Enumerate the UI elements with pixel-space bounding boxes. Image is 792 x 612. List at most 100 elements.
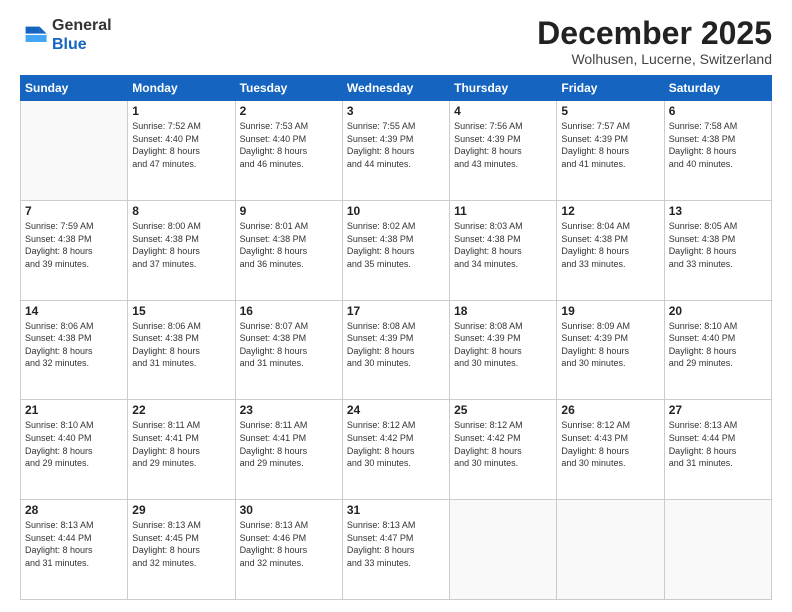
- day-info: Sunrise: 8:06 AMSunset: 4:38 PMDaylight:…: [25, 320, 123, 370]
- day-number: 14: [25, 304, 123, 318]
- day-number: 9: [240, 204, 338, 218]
- day-info: Sunrise: 8:06 AMSunset: 4:38 PMDaylight:…: [132, 320, 230, 370]
- table-row: 5Sunrise: 7:57 AMSunset: 4:39 PMDaylight…: [557, 101, 664, 201]
- day-info: Sunrise: 8:13 AMSunset: 4:45 PMDaylight:…: [132, 519, 230, 569]
- table-row: 9 Sunrise: 8:01 AMSunset: 4:38 PMDaylight…: [235, 200, 342, 300]
- calendar-week-row: 28Sunrise: 8:13 AMSunset: 4:44 PMDayligh…: [21, 500, 772, 600]
- location-subtitle: Wolhusen, Lucerne, Switzerland: [537, 51, 772, 67]
- table-row: 31 Sunrise: 8:13 AMSunset: 4:47 PMDayligh…: [342, 500, 449, 600]
- table-row: [664, 500, 771, 600]
- col-tuesday: Tuesday: [235, 76, 342, 101]
- table-row: 12 Sunrise: 8:04 AMSunset: 4:38 PMDayligh…: [557, 200, 664, 300]
- day-number: 6: [669, 104, 767, 118]
- day-info: Sunrise: 7:56 AMSunset: 4:39 PMDaylight:…: [454, 120, 552, 170]
- calendar-week-row: 7 Sunrise: 7:59 AMSunset: 4:38 PMDaylight…: [21, 200, 772, 300]
- day-info: Sunrise: 8:02 AMSunset: 4:38 PMDaylight:…: [347, 220, 445, 270]
- day-number: 20: [669, 304, 767, 318]
- day-number: 29: [132, 503, 230, 517]
- day-number: 7: [25, 204, 123, 218]
- table-row: 23 Sunrise: 8:11 AMSunset: 4:41 PMDayligh…: [235, 400, 342, 500]
- day-info: Sunrise: 8:01 AMSunset: 4:38 PMDaylight:…: [240, 220, 338, 270]
- day-number: 22: [132, 403, 230, 417]
- calendar-week-row: 21 Sunrise: 8:10 AMSunset: 4:40 PMDayligh…: [21, 400, 772, 500]
- table-row: 22 Sunrise: 8:11 AMSunset: 4:41 PMDayligh…: [128, 400, 235, 500]
- day-number: 1: [132, 104, 230, 118]
- day-number: 2: [240, 104, 338, 118]
- day-info: Sunrise: 8:12 AMSunset: 4:43 PMDaylight:…: [561, 419, 659, 469]
- header: General Blue December 2025 Wolhusen, Luc…: [20, 16, 772, 67]
- col-monday: Monday: [128, 76, 235, 101]
- calendar-header-row: Sunday Monday Tuesday Wednesday Thursday…: [21, 76, 772, 101]
- day-number: 21: [25, 403, 123, 417]
- day-number: 13: [669, 204, 767, 218]
- table-row: 16Sunrise: 8:07 AMSunset: 4:38 PMDayligh…: [235, 300, 342, 400]
- table-row: 25Sunrise: 8:12 AMSunset: 4:42 PMDayligh…: [450, 400, 557, 500]
- day-number: 12: [561, 204, 659, 218]
- day-info: Sunrise: 8:09 AMSunset: 4:39 PMDaylight:…: [561, 320, 659, 370]
- day-number: 30: [240, 503, 338, 517]
- day-info: Sunrise: 7:55 AMSunset: 4:39 PMDaylight:…: [347, 120, 445, 170]
- day-number: 24: [347, 403, 445, 417]
- col-sunday: Sunday: [21, 76, 128, 101]
- col-saturday: Saturday: [664, 76, 771, 101]
- day-number: 11: [454, 204, 552, 218]
- day-info: Sunrise: 8:11 AMSunset: 4:41 PMDaylight:…: [240, 419, 338, 469]
- table-row: 19 Sunrise: 8:09 AMSunset: 4:39 PMDayligh…: [557, 300, 664, 400]
- day-info: Sunrise: 8:04 AMSunset: 4:38 PMDaylight:…: [561, 220, 659, 270]
- day-info: Sunrise: 8:10 AMSunset: 4:40 PMDaylight:…: [25, 419, 123, 469]
- table-row: 30 Sunrise: 8:13 AMSunset: 4:46 PMDayligh…: [235, 500, 342, 600]
- day-number: 4: [454, 104, 552, 118]
- day-info: Sunrise: 8:13 AMSunset: 4:47 PMDaylight:…: [347, 519, 445, 569]
- day-number: 26: [561, 403, 659, 417]
- title-block: December 2025 Wolhusen, Lucerne, Switzer…: [537, 16, 772, 67]
- day-number: 25: [454, 403, 552, 417]
- day-info: Sunrise: 8:08 AMSunset: 4:39 PMDaylight:…: [454, 320, 552, 370]
- day-info: Sunrise: 8:12 AMSunset: 4:42 PMDaylight:…: [347, 419, 445, 469]
- table-row: 2Sunrise: 7:53 AMSunset: 4:40 PMDaylight…: [235, 101, 342, 201]
- day-info: Sunrise: 8:10 AMSunset: 4:40 PMDaylight:…: [669, 320, 767, 370]
- day-info: Sunrise: 8:08 AMSunset: 4:39 PMDaylight:…: [347, 320, 445, 370]
- day-info: Sunrise: 8:13 AMSunset: 4:44 PMDaylight:…: [669, 419, 767, 469]
- col-thursday: Thursday: [450, 76, 557, 101]
- day-number: 5: [561, 104, 659, 118]
- day-info: Sunrise: 7:59 AMSunset: 4:38 PMDaylight:…: [25, 220, 123, 270]
- day-info: Sunrise: 7:58 AMSunset: 4:38 PMDaylight:…: [669, 120, 767, 170]
- table-row: 28Sunrise: 8:13 AMSunset: 4:44 PMDayligh…: [21, 500, 128, 600]
- logo-text: General Blue: [52, 16, 112, 54]
- day-number: 3: [347, 104, 445, 118]
- table-row: [557, 500, 664, 600]
- day-number: 23: [240, 403, 338, 417]
- table-row: [21, 101, 128, 201]
- table-row: [450, 500, 557, 600]
- table-row: 15 Sunrise: 8:06 AMSunset: 4:38 PMDayligh…: [128, 300, 235, 400]
- day-number: 8: [132, 204, 230, 218]
- table-row: 6 Sunrise: 7:58 AMSunset: 4:38 PMDaylight…: [664, 101, 771, 201]
- logo-icon: [20, 21, 48, 49]
- day-number: 18: [454, 304, 552, 318]
- table-row: 1 Sunrise: 7:52 AMSunset: 4:40 PMDaylight…: [128, 101, 235, 201]
- day-number: 15: [132, 304, 230, 318]
- day-number: 17: [347, 304, 445, 318]
- logo-blue: Blue: [52, 36, 87, 53]
- day-number: 31: [347, 503, 445, 517]
- table-row: 21 Sunrise: 8:10 AMSunset: 4:40 PMDayligh…: [21, 400, 128, 500]
- day-info: Sunrise: 8:03 AMSunset: 4:38 PMDaylight:…: [454, 220, 552, 270]
- table-row: 26 Sunrise: 8:12 AMSunset: 4:43 PMDayligh…: [557, 400, 664, 500]
- logo-general: General: [52, 17, 112, 34]
- day-info: Sunrise: 8:11 AMSunset: 4:41 PMDaylight:…: [132, 419, 230, 469]
- day-number: 28: [25, 503, 123, 517]
- calendar-week-row: 14 Sunrise: 8:06 AMSunset: 4:38 PMDayligh…: [21, 300, 772, 400]
- table-row: 14 Sunrise: 8:06 AMSunset: 4:38 PMDayligh…: [21, 300, 128, 400]
- day-info: Sunrise: 8:13 AMSunset: 4:46 PMDaylight:…: [240, 519, 338, 569]
- table-row: 29 Sunrise: 8:13 AMSunset: 4:45 PMDayligh…: [128, 500, 235, 600]
- day-number: 19: [561, 304, 659, 318]
- table-row: 4 Sunrise: 7:56 AMSunset: 4:39 PMDaylight…: [450, 101, 557, 201]
- day-info: Sunrise: 8:05 AMSunset: 4:38 PMDaylight:…: [669, 220, 767, 270]
- logo: General Blue: [20, 16, 112, 54]
- day-info: Sunrise: 8:00 AMSunset: 4:38 PMDaylight:…: [132, 220, 230, 270]
- day-info: Sunrise: 7:52 AMSunset: 4:40 PMDaylight:…: [132, 120, 230, 170]
- table-row: 17 Sunrise: 8:08 AMSunset: 4:39 PMDayligh…: [342, 300, 449, 400]
- day-number: 10: [347, 204, 445, 218]
- calendar-week-row: 1 Sunrise: 7:52 AMSunset: 4:40 PMDaylight…: [21, 101, 772, 201]
- col-friday: Friday: [557, 76, 664, 101]
